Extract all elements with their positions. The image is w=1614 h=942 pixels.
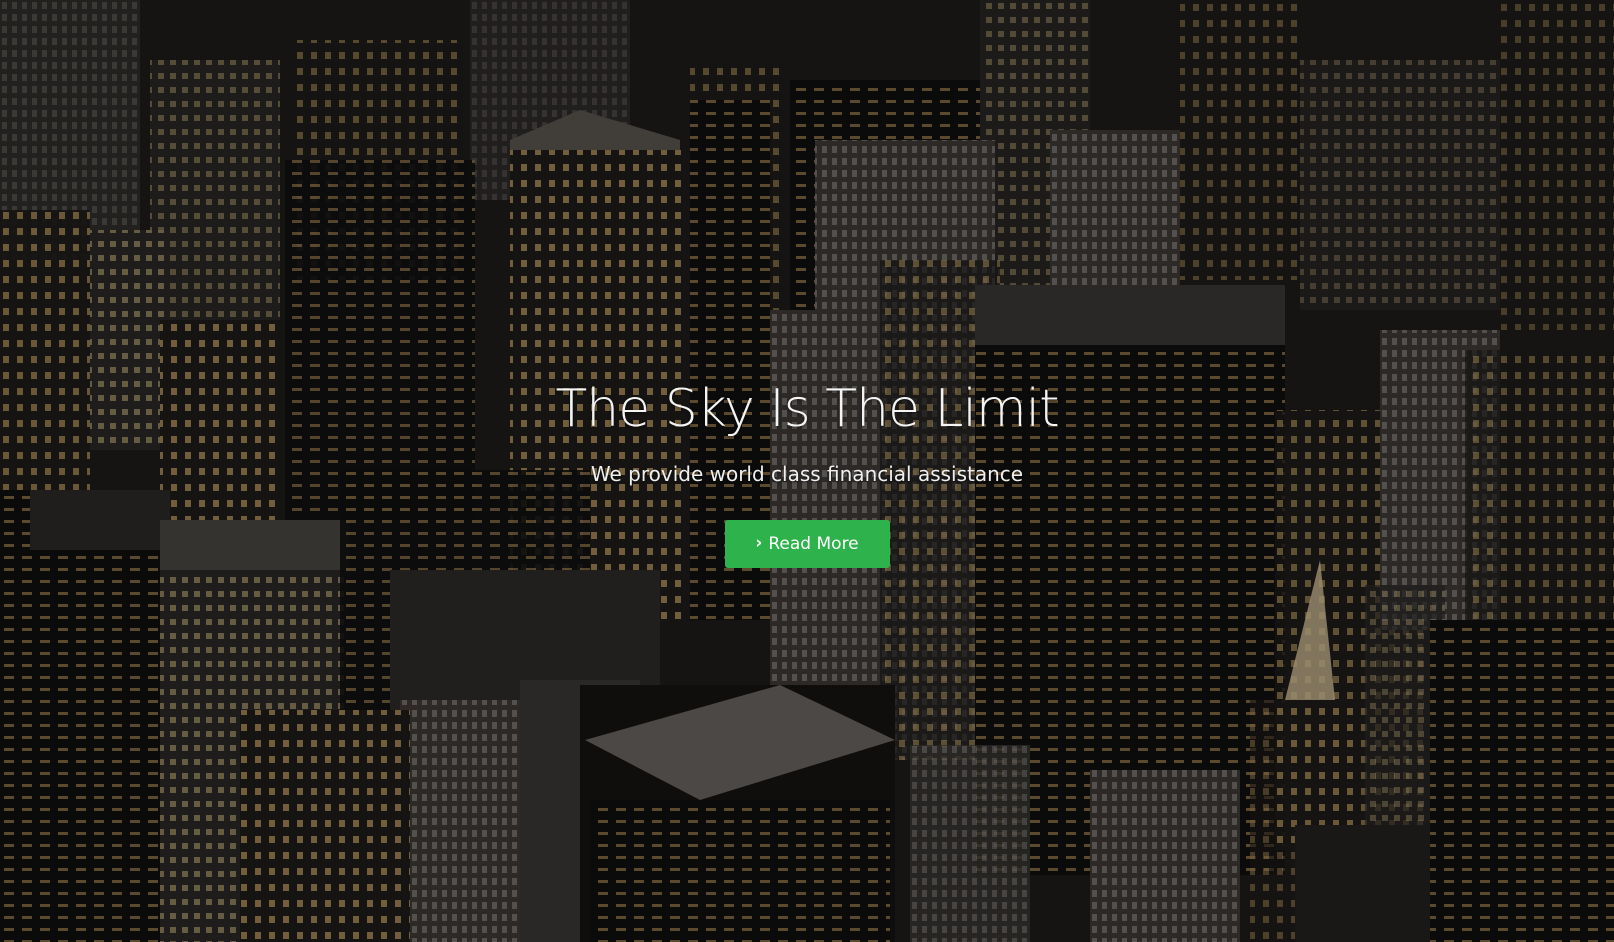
hero-title: The Sky Is The Limit [555,379,1060,439]
hero-content: The Sky Is The Limit We provide world cl… [0,378,1614,568]
hero-subtitle: We provide world class financial assista… [590,462,1024,486]
read-more-button[interactable]: › Read More [724,520,890,568]
chevron-right-icon: › [755,533,763,553]
read-more-label: Read More [768,534,859,554]
hero-section: The Sky Is The Limit We provide world cl… [0,0,1614,942]
